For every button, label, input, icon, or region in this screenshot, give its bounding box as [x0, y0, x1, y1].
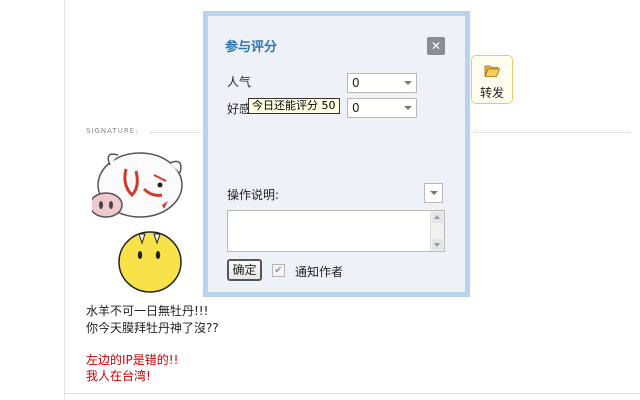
close-button[interactable]: ✕ — [427, 37, 445, 55]
dialog-title: 参与评分 — [225, 40, 278, 55]
checkmark-icon: ✔ — [274, 265, 283, 276]
close-icon: ✕ — [430, 39, 442, 53]
popularity-label: 人气 — [227, 75, 252, 89]
scroll-down-icon[interactable] — [432, 239, 443, 250]
chevron-down-icon — [404, 81, 412, 85]
remaining-score-tooltip: 今日还能评分 50 — [248, 98, 340, 114]
chevron-down-icon — [430, 191, 438, 195]
post-bottom-divider — [64, 393, 640, 394]
signature-red-line-2: 我人在台湾! — [86, 369, 151, 383]
signature-red-line-1: 左边的IP是错的!! — [86, 353, 179, 367]
operation-textarea[interactable] — [227, 210, 445, 252]
textarea-scrollbar[interactable] — [430, 211, 444, 251]
signature-line-2: 你今天膜拜牡丹神了沒?? — [86, 321, 219, 335]
forward-label: 转发 — [479, 86, 504, 100]
notify-author-checkbox[interactable]: ✔ — [272, 264, 285, 277]
popularity-select[interactable]: 0 — [347, 73, 417, 93]
operation-reason-dropdown[interactable] — [424, 183, 443, 203]
signature-label: SIGNATURE: — [86, 127, 139, 135]
notify-author-label: 通知作者 — [295, 265, 344, 279]
rating-dialog-body: 参与评分 ✕ 人气 0 好感 0 今日还能评分 50 操作说明: 确定 ✔ 通知… — [208, 16, 465, 292]
signature-line-1: 水羊不可一日無牡丹!!! — [86, 304, 209, 318]
scroll-up-icon[interactable] — [432, 212, 443, 223]
content-left-border — [64, 0, 65, 400]
favorability-value: 0 — [352, 101, 360, 115]
favorability-select[interactable]: 0 — [347, 98, 417, 118]
chevron-down-icon — [404, 106, 412, 110]
rating-dialog: 参与评分 ✕ 人气 0 好感 0 今日还能评分 50 操作说明: 确定 ✔ 通知… — [203, 11, 470, 297]
confirm-button[interactable]: 确定 — [227, 259, 262, 281]
signature-mascot-image — [92, 152, 183, 293]
folder-open-icon — [484, 65, 500, 77]
popularity-value: 0 — [352, 76, 360, 90]
forward-button[interactable]: 转发 — [471, 55, 513, 104]
operation-label: 操作说明: — [227, 188, 280, 202]
